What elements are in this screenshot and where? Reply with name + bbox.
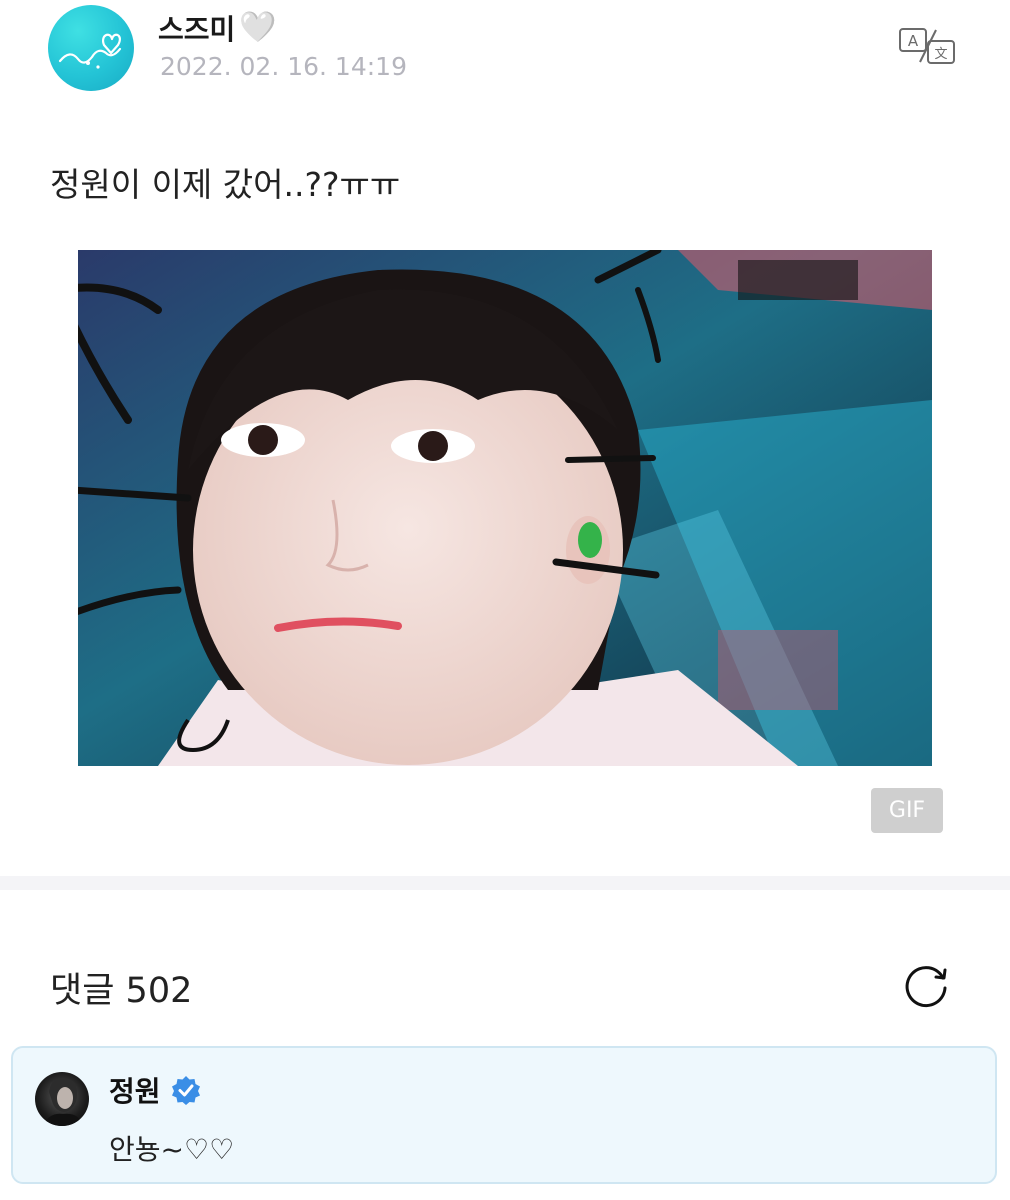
comments-label: 댓글 xyxy=(50,971,115,1011)
comment-author[interactable]: 정원 xyxy=(109,1070,201,1110)
post-header: 스즈미 🤍 2022. 02. 16. 14:19 A 文 xyxy=(0,0,1010,110)
svg-text:文: 文 xyxy=(934,47,947,62)
comment-author-avatar[interactable] xyxy=(35,1072,89,1126)
translate-icon: A 文 xyxy=(899,28,955,64)
comments-count: 502 xyxy=(125,971,193,1011)
gif-scene xyxy=(78,250,932,766)
comment-author-name: 정원 xyxy=(109,1075,161,1108)
post-body-text: 정원이 이제 갔어..??ㅠㅠ xyxy=(50,165,401,204)
avatar-doodle-icon xyxy=(58,33,122,69)
comment-item[interactable]: 정원 안뇽~♡♡ xyxy=(11,1046,997,1184)
post-gif-image[interactable] xyxy=(78,250,932,766)
gif-badge: GIF xyxy=(871,788,943,833)
refresh-button[interactable] xyxy=(902,960,952,1010)
author-name-text: 스즈미 xyxy=(158,13,236,46)
post-timestamp: 2022. 02. 16. 14:19 xyxy=(160,52,407,81)
author-avatar[interactable] xyxy=(48,5,134,91)
comment-text: 안뇽~♡♡ xyxy=(109,1133,235,1166)
white-heart-icon: 🤍 xyxy=(239,10,278,45)
comments-header: 댓글 502 xyxy=(50,962,192,1013)
verified-badge-icon xyxy=(171,1076,200,1105)
person-silhouette-icon xyxy=(43,1078,83,1126)
svg-text:A: A xyxy=(908,32,919,50)
section-divider xyxy=(0,876,1010,890)
author-name[interactable]: 스즈미 🤍 xyxy=(158,8,277,48)
refresh-icon xyxy=(905,966,947,1008)
translate-button[interactable]: A 文 xyxy=(898,26,958,66)
